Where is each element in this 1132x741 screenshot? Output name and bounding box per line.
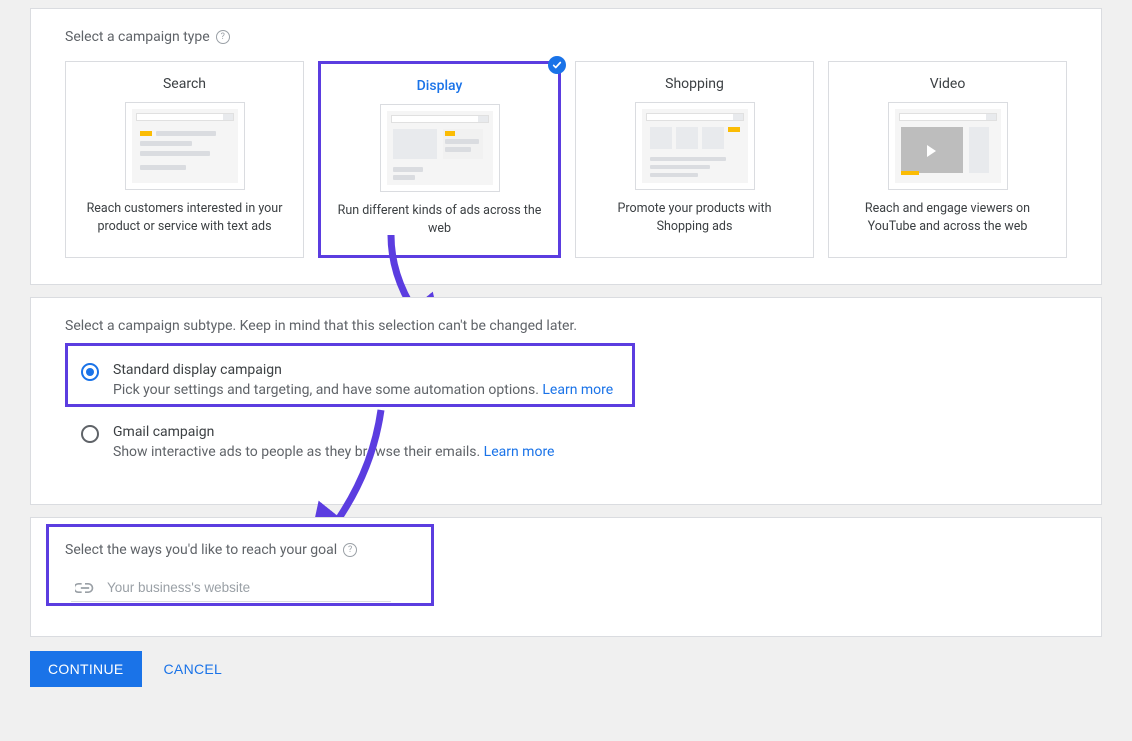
help-icon[interactable]: ? bbox=[343, 543, 357, 557]
learn-more-link[interactable]: Learn more bbox=[542, 382, 613, 398]
subtype-list: Standard display campaign Pick your sett… bbox=[65, 350, 1067, 474]
goal-card: Select the ways you'd like to reach your… bbox=[30, 517, 1102, 637]
campaign-type-label-text: Select a campaign type bbox=[65, 29, 210, 45]
help-icon[interactable]: ? bbox=[216, 30, 230, 44]
campaign-type-shopping[interactable]: Shopping Promote your products with Shop… bbox=[575, 61, 814, 258]
campaign-subtype-label: Select a campaign subtype. Keep in mind … bbox=[65, 318, 1067, 334]
campaign-type-search[interactable]: Search Reach customers interested in you… bbox=[65, 61, 304, 258]
tile-desc: Promote your products with Shopping ads bbox=[590, 200, 799, 235]
campaign-type-display[interactable]: Display Run different kinds of ads acros… bbox=[318, 61, 561, 258]
tile-desc: Reach and engage viewers on YouTube and … bbox=[843, 200, 1052, 235]
radio-title: Standard display campaign bbox=[113, 362, 613, 378]
website-input[interactable] bbox=[107, 580, 391, 595]
campaign-type-row: Search Reach customers interested in you… bbox=[65, 61, 1067, 258]
radio-desc: Show interactive ads to people as they b… bbox=[113, 444, 554, 460]
tile-desc: Run different kinds of ads across the we… bbox=[335, 202, 544, 237]
campaign-subtype-card: Select a campaign subtype. Keep in mind … bbox=[30, 297, 1102, 505]
campaign-type-card: Select a campaign type ? Search Reach cu… bbox=[30, 8, 1102, 285]
tile-title: Search bbox=[80, 76, 289, 92]
tile-desc: Reach customers interested in your produ… bbox=[80, 200, 289, 235]
tile-thumb bbox=[125, 102, 245, 190]
subtype-standard-display[interactable]: Standard display campaign Pick your sett… bbox=[75, 350, 1067, 412]
campaign-subtype-label-text: Select a campaign subtype. Keep in mind … bbox=[65, 318, 577, 334]
radio-desc: Pick your settings and targeting, and ha… bbox=[113, 382, 613, 398]
continue-button[interactable]: CONTINUE bbox=[30, 651, 142, 687]
radio-text: Standard display campaign Pick your sett… bbox=[113, 362, 613, 398]
radio-icon bbox=[81, 363, 99, 381]
radio-title: Gmail campaign bbox=[113, 424, 554, 440]
subtype-gmail[interactable]: Gmail campaign Show interactive ads to p… bbox=[75, 412, 1067, 474]
campaign-type-video[interactable]: Video Reach and engage viewers on YouTub… bbox=[828, 61, 1067, 258]
learn-more-link[interactable]: Learn more bbox=[484, 444, 555, 460]
radio-desc-text: Pick your settings and targeting, and ha… bbox=[113, 382, 542, 398]
tile-title: Video bbox=[843, 76, 1052, 92]
radio-icon bbox=[81, 425, 99, 443]
goal-label-text: Select the ways you'd like to reach your… bbox=[65, 542, 337, 558]
tile-title: Shopping bbox=[590, 76, 799, 92]
link-icon bbox=[75, 582, 95, 594]
goal-label: Select the ways you'd like to reach your… bbox=[65, 542, 1067, 558]
radio-text: Gmail campaign Show interactive ads to p… bbox=[113, 424, 554, 460]
tile-thumb bbox=[888, 102, 1008, 190]
tile-thumb bbox=[635, 102, 755, 190]
campaign-type-label: Select a campaign type ? bbox=[65, 29, 1067, 45]
tile-title: Display bbox=[335, 78, 544, 94]
radio-desc-text: Show interactive ads to people as they b… bbox=[113, 444, 484, 460]
website-field-row[interactable] bbox=[71, 574, 391, 602]
cancel-button[interactable]: CANCEL bbox=[164, 661, 223, 677]
tile-thumb bbox=[380, 104, 500, 192]
selected-check-icon bbox=[548, 56, 566, 74]
action-buttons: CONTINUE CANCEL bbox=[30, 651, 1102, 687]
